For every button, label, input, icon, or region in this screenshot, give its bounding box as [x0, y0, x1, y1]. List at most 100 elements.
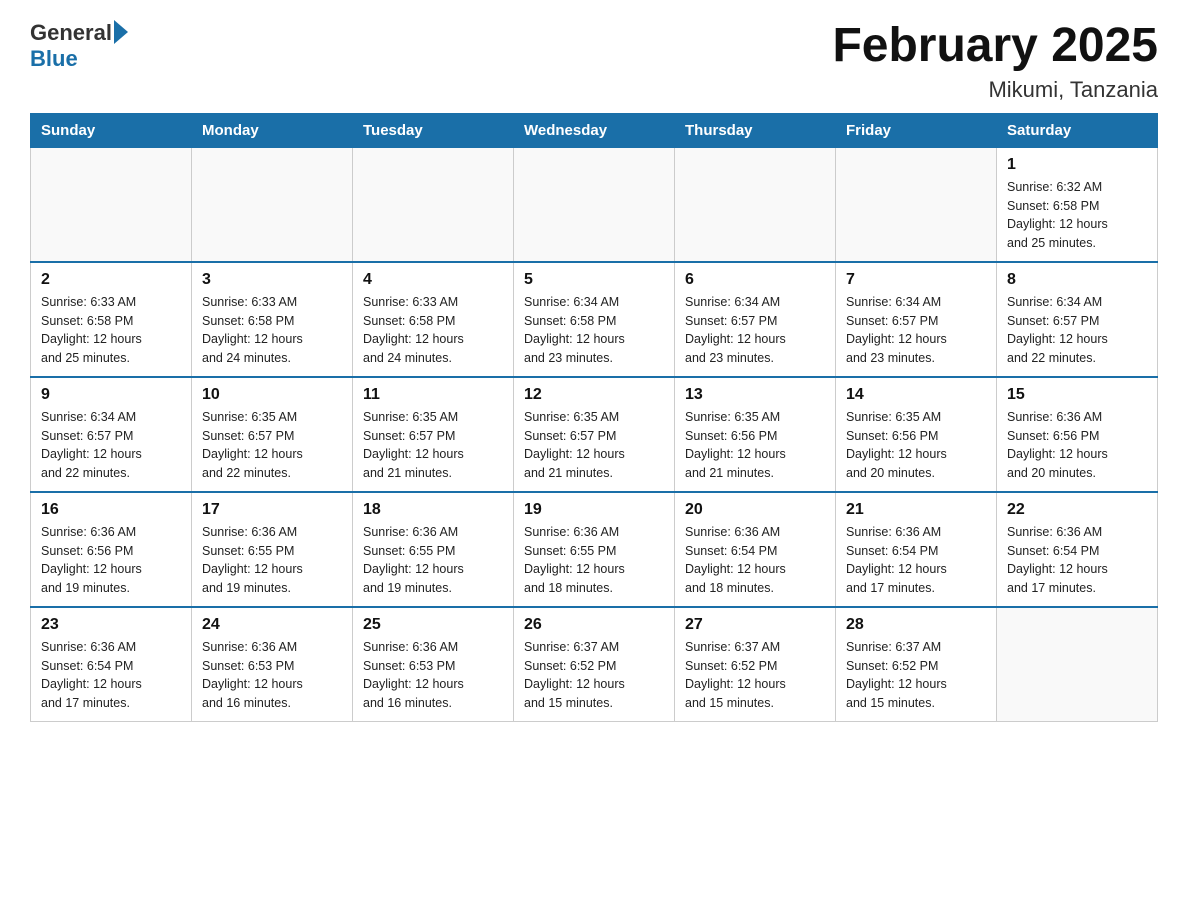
day-info: Sunrise: 6:36 AMSunset: 6:56 PMDaylight:…: [1007, 408, 1147, 483]
calendar-table: SundayMondayTuesdayWednesdayThursdayFrid…: [30, 113, 1158, 722]
day-info: Sunrise: 6:36 AMSunset: 6:55 PMDaylight:…: [363, 523, 503, 598]
day-info: Sunrise: 6:35 AMSunset: 6:57 PMDaylight:…: [363, 408, 503, 483]
day-number: 21: [846, 501, 986, 519]
calendar-day-cell: 28 Sunrise: 6:37 AMSunset: 6:52 PMDayligh…: [836, 607, 997, 722]
calendar-day-cell: 22Sunrise: 6:36 AMSunset: 6:54 PMDayligh…: [997, 492, 1158, 607]
day-number: 6: [685, 271, 825, 289]
day-info: Sunrise: 6:36 AMSunset: 6:54 PMDaylight:…: [41, 638, 181, 713]
weekday-header-thursday: Thursday: [675, 113, 836, 147]
calendar-day-cell: 24 Sunrise: 6:36 AMSunset: 6:53 PMDayligh…: [192, 607, 353, 722]
day-info: Sunrise: 6:36 AMSunset: 6:55 PMDaylight:…: [524, 523, 664, 598]
day-number: 4: [363, 271, 503, 289]
calendar-day-cell: 23 Sunrise: 6:36 AMSunset: 6:54 PMDayligh…: [31, 607, 192, 722]
calendar-week-row: 23 Sunrise: 6:36 AMSunset: 6:54 PMDayligh…: [31, 607, 1158, 722]
calendar-day-cell: 27 Sunrise: 6:37 AMSunset: 6:52 PMDayligh…: [675, 607, 836, 722]
calendar-day-cell: 10 Sunrise: 6:35 AMSunset: 6:57 PMDayligh…: [192, 377, 353, 492]
day-info: Sunrise: 6:36 AMSunset: 6:54 PMDaylight:…: [685, 523, 825, 598]
calendar-day-cell: 2Sunrise: 6:33 AMSunset: 6:58 PMDaylight…: [31, 262, 192, 377]
weekday-header-tuesday: Tuesday: [353, 113, 514, 147]
calendar-day-cell: 6 Sunrise: 6:34 AMSunset: 6:57 PMDaylight…: [675, 262, 836, 377]
calendar-day-cell: 3Sunrise: 6:33 AMSunset: 6:58 PMDaylight…: [192, 262, 353, 377]
calendar-day-cell: [514, 147, 675, 262]
location: Mikumi, Tanzania: [832, 77, 1158, 103]
calendar-day-cell: 21 Sunrise: 6:36 AMSunset: 6:54 PMDayligh…: [836, 492, 997, 607]
calendar-day-cell: 13Sunrise: 6:35 AMSunset: 6:56 PMDayligh…: [675, 377, 836, 492]
day-number: 23: [41, 616, 181, 634]
day-number: 16: [41, 501, 181, 519]
day-number: 19: [524, 501, 664, 519]
day-number: 25: [363, 616, 503, 634]
calendar-week-row: 9Sunrise: 6:34 AMSunset: 6:57 PMDaylight…: [31, 377, 1158, 492]
calendar-day-cell: 12 Sunrise: 6:35 AMSunset: 6:57 PMDayligh…: [514, 377, 675, 492]
day-number: 17: [202, 501, 342, 519]
weekday-header-saturday: Saturday: [997, 113, 1158, 147]
day-number: 12: [524, 386, 664, 404]
day-number: 27: [685, 616, 825, 634]
calendar-day-cell: 17 Sunrise: 6:36 AMSunset: 6:55 PMDayligh…: [192, 492, 353, 607]
day-number: 20: [685, 501, 825, 519]
day-info: Sunrise: 6:34 AMSunset: 6:57 PMDaylight:…: [41, 408, 181, 483]
logo-general: General: [30, 20, 112, 46]
title-section: February 2025 Mikumi, Tanzania: [832, 20, 1158, 103]
weekday-header-sunday: Sunday: [31, 113, 192, 147]
calendar-day-cell: 15 Sunrise: 6:36 AMSunset: 6:56 PMDayligh…: [997, 377, 1158, 492]
calendar-week-row: 16 Sunrise: 6:36 AMSunset: 6:56 PMDayligh…: [31, 492, 1158, 607]
day-number: 24: [202, 616, 342, 634]
calendar-day-cell: [997, 607, 1158, 722]
day-info: Sunrise: 6:34 AMSunset: 6:57 PMDaylight:…: [685, 293, 825, 368]
day-info: Sunrise: 6:33 AMSunset: 6:58 PMDaylight:…: [202, 293, 342, 368]
logo: General Blue: [30, 20, 128, 72]
calendar-day-cell: 4Sunrise: 6:33 AMSunset: 6:58 PMDaylight…: [353, 262, 514, 377]
day-number: 26: [524, 616, 664, 634]
day-number: 8: [1007, 271, 1147, 289]
day-number: 10: [202, 386, 342, 404]
day-info: Sunrise: 6:34 AMSunset: 6:58 PMDaylight:…: [524, 293, 664, 368]
day-info: Sunrise: 6:36 AMSunset: 6:54 PMDaylight:…: [846, 523, 986, 598]
day-number: 28: [846, 616, 986, 634]
month-title: February 2025: [832, 20, 1158, 73]
day-number: 11: [363, 386, 503, 404]
day-number: 7: [846, 271, 986, 289]
logo-arrow-icon: [114, 20, 128, 44]
calendar-day-cell: 8 Sunrise: 6:34 AMSunset: 6:57 PMDaylight…: [997, 262, 1158, 377]
day-info: Sunrise: 6:34 AMSunset: 6:57 PMDaylight:…: [846, 293, 986, 368]
day-info: Sunrise: 6:36 AMSunset: 6:53 PMDaylight:…: [363, 638, 503, 713]
calendar-day-cell: [353, 147, 514, 262]
day-info: Sunrise: 6:35 AMSunset: 6:57 PMDaylight:…: [202, 408, 342, 483]
calendar-day-cell: 14Sunrise: 6:35 AMSunset: 6:56 PMDayligh…: [836, 377, 997, 492]
day-info: Sunrise: 6:37 AMSunset: 6:52 PMDaylight:…: [524, 638, 664, 713]
day-number: 18: [363, 501, 503, 519]
calendar-day-cell: 16 Sunrise: 6:36 AMSunset: 6:56 PMDayligh…: [31, 492, 192, 607]
calendar-day-cell: 18 Sunrise: 6:36 AMSunset: 6:55 PMDayligh…: [353, 492, 514, 607]
calendar-day-cell: [836, 147, 997, 262]
calendar-day-cell: [31, 147, 192, 262]
day-info: Sunrise: 6:36 AMSunset: 6:53 PMDaylight:…: [202, 638, 342, 713]
day-number: 15: [1007, 386, 1147, 404]
calendar-day-cell: 1Sunrise: 6:32 AMSunset: 6:58 PMDaylight…: [997, 147, 1158, 262]
day-number: 5: [524, 271, 664, 289]
weekday-header-friday: Friday: [836, 113, 997, 147]
day-info: Sunrise: 6:37 AMSunset: 6:52 PMDaylight:…: [685, 638, 825, 713]
calendar-week-row: 2 Sunrise: 6:33 AMSunset: 6:58 PMDaylight…: [31, 262, 1158, 377]
calendar-day-cell: 25 Sunrise: 6:36 AMSunset: 6:53 PMDayligh…: [353, 607, 514, 722]
day-number: 2: [41, 271, 181, 289]
day-info: Sunrise: 6:36 AMSunset: 6:56 PMDaylight:…: [41, 523, 181, 598]
day-info: Sunrise: 6:35 AMSunset: 6:57 PMDaylight:…: [524, 408, 664, 483]
day-info: Sunrise: 6:36 AMSunset: 6:55 PMDaylight:…: [202, 523, 342, 598]
day-info: Sunrise: 6:35 AMSunset: 6:56 PMDaylight:…: [846, 408, 986, 483]
day-info: Sunrise: 6:34 AMSunset: 6:57 PMDaylight:…: [1007, 293, 1147, 368]
calendar-week-row: 1Sunrise: 6:32 AMSunset: 6:58 PMDaylight…: [31, 147, 1158, 262]
calendar-day-cell: [675, 147, 836, 262]
calendar-day-cell: 7 Sunrise: 6:34 AMSunset: 6:57 PMDaylight…: [836, 262, 997, 377]
calendar-day-cell: 5 Sunrise: 6:34 AMSunset: 6:58 PMDaylight…: [514, 262, 675, 377]
calendar-day-cell: 11 Sunrise: 6:35 AMSunset: 6:57 PMDayligh…: [353, 377, 514, 492]
calendar-day-cell: 20 Sunrise: 6:36 AMSunset: 6:54 PMDayligh…: [675, 492, 836, 607]
day-info: Sunrise: 6:37 AMSunset: 6:52 PMDaylight:…: [846, 638, 986, 713]
day-number: 1: [1007, 156, 1147, 174]
weekday-header-wednesday: Wednesday: [514, 113, 675, 147]
day-info: Sunrise: 6:36 AMSunset: 6:54 PMDaylight:…: [1007, 523, 1147, 598]
logo-blue: Blue: [30, 46, 78, 71]
weekday-header-monday: Monday: [192, 113, 353, 147]
calendar-day-cell: [192, 147, 353, 262]
page-header: General Blue February 2025 Mikumi, Tanza…: [30, 20, 1158, 103]
